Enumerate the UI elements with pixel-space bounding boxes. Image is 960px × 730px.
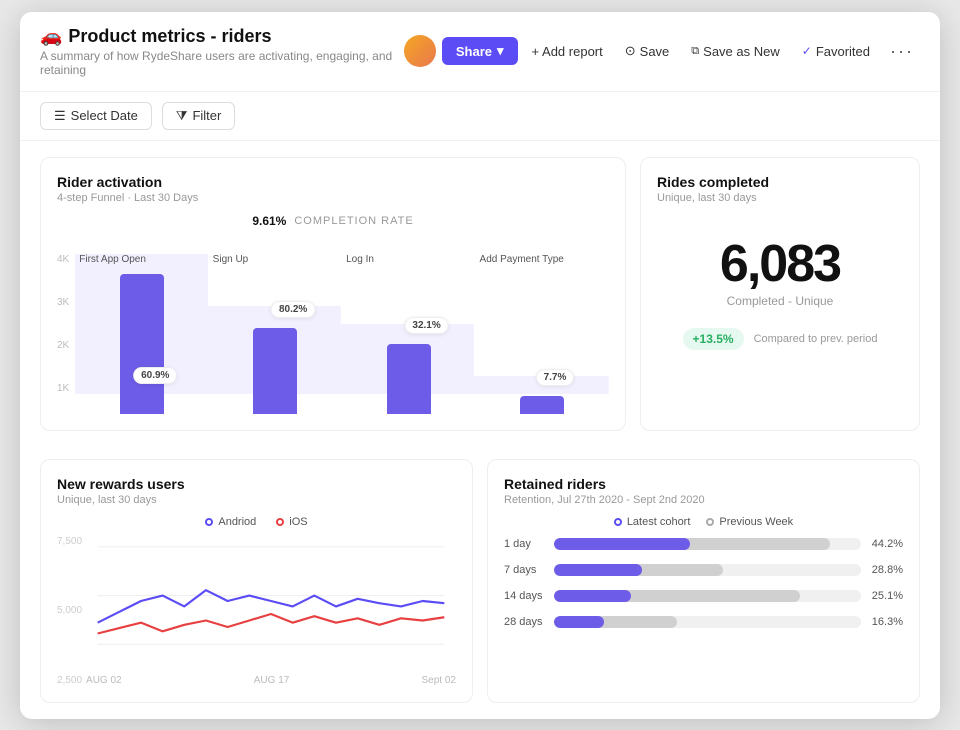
completion-rate-label: 9.61% COMPLETION RATE	[57, 214, 609, 228]
curr-bar-7	[554, 564, 642, 576]
funnel-bar-2	[253, 328, 297, 414]
latest-cohort-dot	[614, 518, 622, 526]
bottom-row: New rewards users Unique, last 30 days A…	[40, 445, 920, 703]
retained-bar-track-28	[554, 616, 861, 628]
save-button[interactable]: ⊙ Save	[617, 38, 678, 64]
page-title: 🚗 Product metrics - riders	[40, 26, 394, 47]
completion-rate-text: COMPLETION RATE	[294, 215, 413, 227]
rides-big-number: 6,083	[657, 238, 903, 290]
header-actions: Share ▾ + Add report ⊙ Save ⧉ Save as Ne…	[404, 35, 920, 67]
filter-button[interactable]: ⧩ Filter	[162, 102, 236, 130]
rides-completed-subtitle: Unique, last 30 days	[657, 192, 757, 204]
ios-dot	[276, 518, 284, 526]
retained-bar-track-1	[554, 538, 861, 550]
legend-android: Andriod	[205, 516, 256, 528]
change-desc: Compared to prev. period	[754, 333, 878, 345]
rider-activation-card: Rider activation 4-step Funnel · Last 30…	[40, 157, 626, 431]
app-window: 🚗 Product metrics - riders A summary of …	[20, 12, 940, 719]
retained-bar-track-14	[554, 590, 861, 602]
prev-week-dot	[706, 518, 714, 526]
line-chart-svg	[86, 536, 456, 666]
y-axis: 4K 3K 2K 1K	[57, 254, 75, 394]
funnel-pct-3: 32.1%	[404, 317, 448, 334]
retained-row-28days: 28 days 16.3%	[504, 616, 903, 628]
retained-riders-title: Retained riders	[504, 476, 903, 492]
curr-bar-28	[554, 616, 604, 628]
line-chart: AUG 02 AUG 17 Sept 02	[86, 536, 456, 686]
funnel-pct-1: 60.9%	[133, 367, 177, 384]
main-content: Rider activation 4-step Funnel · Last 30…	[20, 141, 940, 719]
rides-big-number-sub: Completed - Unique	[657, 294, 903, 308]
rider-activation-title: Rider activation	[57, 174, 609, 190]
funnel-pct-2: 80.2%	[271, 301, 315, 318]
retained-row-7days: 7 days 28.8%	[504, 564, 903, 576]
retained-riders-card: Retained riders Retention, Jul 27th 2020…	[487, 459, 920, 703]
legend-ios: iOS	[276, 516, 307, 528]
rides-completed-card: Rides completed Unique, last 30 days 6,0…	[640, 157, 920, 431]
avatar	[404, 35, 436, 67]
toolbar: ☰ Select Date ⧩ Filter	[20, 92, 940, 141]
save-as-new-button[interactable]: ⧉ Save as New	[683, 39, 787, 64]
legend-latest-cohort: Latest cohort	[614, 516, 691, 528]
funnel-col-3: Log In 32.1%	[342, 234, 475, 414]
curr-bar-1	[554, 538, 690, 550]
line-y-labels: 7,500 5,000 2,500	[57, 536, 82, 686]
header: 🚗 Product metrics - riders A summary of …	[20, 12, 940, 92]
funnel-col-1: First App Open 60.9%	[75, 234, 208, 414]
rides-completed-title: Rides completed	[657, 174, 769, 190]
save-icon: ⊙	[625, 43, 636, 59]
retained-riders-subtitle: Retention, Jul 27th 2020 - Sept 2nd 2020	[504, 494, 903, 506]
change-pill: +13.5%	[683, 328, 744, 350]
line-x-labels: AUG 02 AUG 17 Sept 02	[86, 675, 456, 686]
new-rewards-subtitle: Unique, last 30 days	[57, 494, 456, 506]
android-dot	[205, 518, 213, 526]
page-subtitle: A summary of how RydeShare users are act…	[40, 49, 394, 77]
retained-bar-track-7	[554, 564, 861, 576]
retained-row-14days: 14 days 25.1%	[504, 590, 903, 602]
filter-icon: ⧩	[176, 108, 188, 124]
more-options-button[interactable]: ···	[884, 37, 920, 66]
favorited-button[interactable]: ✓ Favorited	[794, 39, 878, 64]
copy-icon: ⧉	[691, 45, 699, 58]
line-chart-container: 7,500 5,000 2,500	[57, 536, 456, 686]
select-date-button[interactable]: ☰ Select Date	[40, 102, 152, 130]
new-rewards-title: New rewards users	[57, 476, 456, 492]
retained-row-1day: 1 day 44.2%	[504, 538, 903, 550]
new-rewards-legend: Andriod iOS	[57, 516, 456, 528]
funnel-bar-3	[387, 344, 431, 414]
funnel-pct-4: 7.7%	[536, 369, 575, 386]
calendar-icon: ☰	[54, 108, 66, 124]
funnel-col-4: Add Payment Type 7.7%	[476, 234, 609, 414]
funnel-bar-4	[520, 396, 564, 414]
header-left: 🚗 Product metrics - riders A summary of …	[40, 26, 394, 77]
check-icon: ✓	[802, 44, 812, 58]
funnel-bar-1	[120, 274, 164, 414]
change-badge: +13.5% Compared to prev. period	[683, 328, 878, 350]
car-icon: 🚗	[40, 26, 62, 47]
share-button[interactable]: Share ▾	[442, 37, 518, 65]
new-rewards-card: New rewards users Unique, last 30 days A…	[40, 459, 473, 703]
add-report-button[interactable]: + Add report	[524, 39, 611, 64]
completion-rate-pct: 9.61%	[252, 214, 286, 228]
retained-legend: Latest cohort Previous Week	[504, 516, 903, 528]
funnel-col-2: Sign Up 80.2%	[209, 234, 342, 414]
chevron-down-icon: ▾	[497, 43, 504, 59]
rider-activation-subtitle: 4-step Funnel · Last 30 Days	[57, 192, 609, 204]
funnel-chart-area: First App Open 60.9% Sign Up	[75, 234, 609, 414]
curr-bar-14	[554, 590, 631, 602]
funnel-columns: First App Open 60.9% Sign Up	[75, 234, 609, 414]
legend-prev-week: Previous Week	[706, 516, 793, 528]
